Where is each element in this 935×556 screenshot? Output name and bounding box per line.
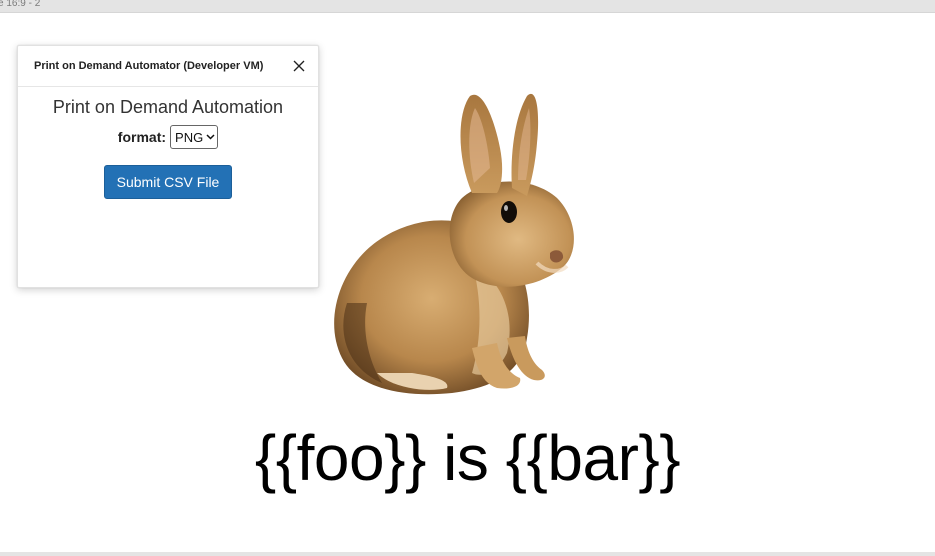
- format-select-value: PNG: [175, 129, 204, 145]
- format-row: format: PNG: [18, 125, 318, 149]
- submit-csv-button[interactable]: Submit CSV File: [103, 165, 233, 199]
- plugin-window-title: Print on Demand Automator (Developer VM): [34, 60, 264, 72]
- close-icon[interactable]: [290, 57, 308, 75]
- format-label: format:: [117, 129, 167, 145]
- format-select[interactable]: PNG: [170, 125, 219, 149]
- plugin-body: Print on Demand Automation format: PNG S…: [18, 97, 318, 199]
- plugin-panel: Print on Demand Automator (Developer VM)…: [17, 45, 319, 288]
- canvas-ruler-bar: e 16:9 - 2: [0, 0, 935, 13]
- plugin-heading: Print on Demand Automation: [52, 97, 284, 117]
- rabbit-image: [334, 93, 574, 395]
- bottom-bar: [0, 552, 935, 556]
- frame-label[interactable]: e 16:9 - 2: [0, 0, 40, 10]
- plugin-header: Print on Demand Automator (Developer VM): [18, 46, 318, 87]
- chevron-down-icon: [206, 133, 215, 142]
- canvas-caption-text[interactable]: {{foo}} is {{bar}}: [0, 418, 935, 498]
